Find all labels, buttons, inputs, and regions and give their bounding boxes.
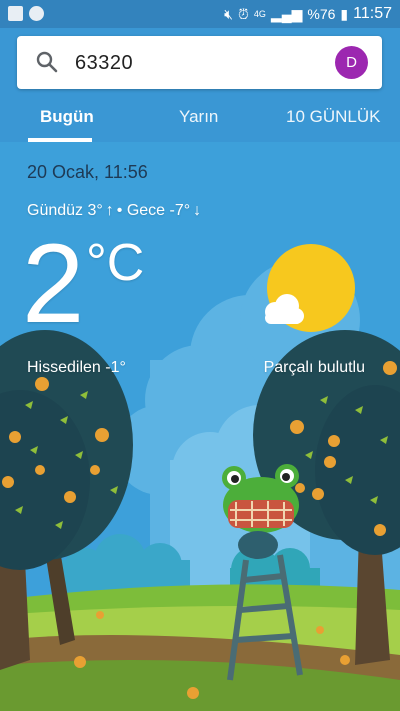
tab-tomorrow[interactable]: Yarın [179,107,218,127]
search-icon[interactable] [35,50,59,79]
temperature-unit: °C [86,234,145,292]
notification-icons [8,6,44,21]
tab-today[interactable]: Bugün [40,107,94,127]
day-high: Gündüz 3° [27,202,103,219]
arrow-up-icon: ↑ [105,202,114,219]
search-query[interactable]: 63320 [75,52,133,75]
app-notification-icon [8,6,23,21]
current-temperature: 2 [22,221,85,346]
battery-percent: %76 [307,6,336,22]
search-bar[interactable]: 63320 D [17,36,382,89]
forecast-tabs: Bugün Yarın 10 GÜNLÜK [0,98,400,142]
app-notification-icon-2 [29,6,44,21]
network-type-label: 4G [253,9,266,19]
account-avatar[interactable]: D [335,46,368,79]
weather-condition: Parçalı bulutlu [263,359,365,376]
night-low: • Gece -7° [116,202,191,219]
signal-icon: ▂▄▆ [270,5,303,22]
day-night-range: Gündüz 3° ↑ • Gece -7° ↓ [27,202,201,220]
clock: 11:57 [353,5,392,22]
status-bar: 🔇︎ ⏰︎ 4G ▂▄▆ %76 ▮ 11:57 [0,0,400,28]
feels-like: Hissedilen -1° [27,359,126,376]
battery-icon: ▮ [340,5,349,22]
status-indicators: 🔇︎ ⏰︎ 4G ▂▄▆ %76 ▮ 11:57 [224,5,392,23]
alarm-icon: ⏰︎ [238,5,249,22]
tab-10-day[interactable]: 10 GÜNLÜK [286,107,380,127]
date-time: 20 Ocak, 11:56 [27,162,148,182]
mute-icon: 🔇︎ [224,5,233,22]
app-header: 63320 D Bugün Yarın 10 GÜNLÜK [0,28,400,142]
arrow-down-icon: ↓ [193,202,202,219]
